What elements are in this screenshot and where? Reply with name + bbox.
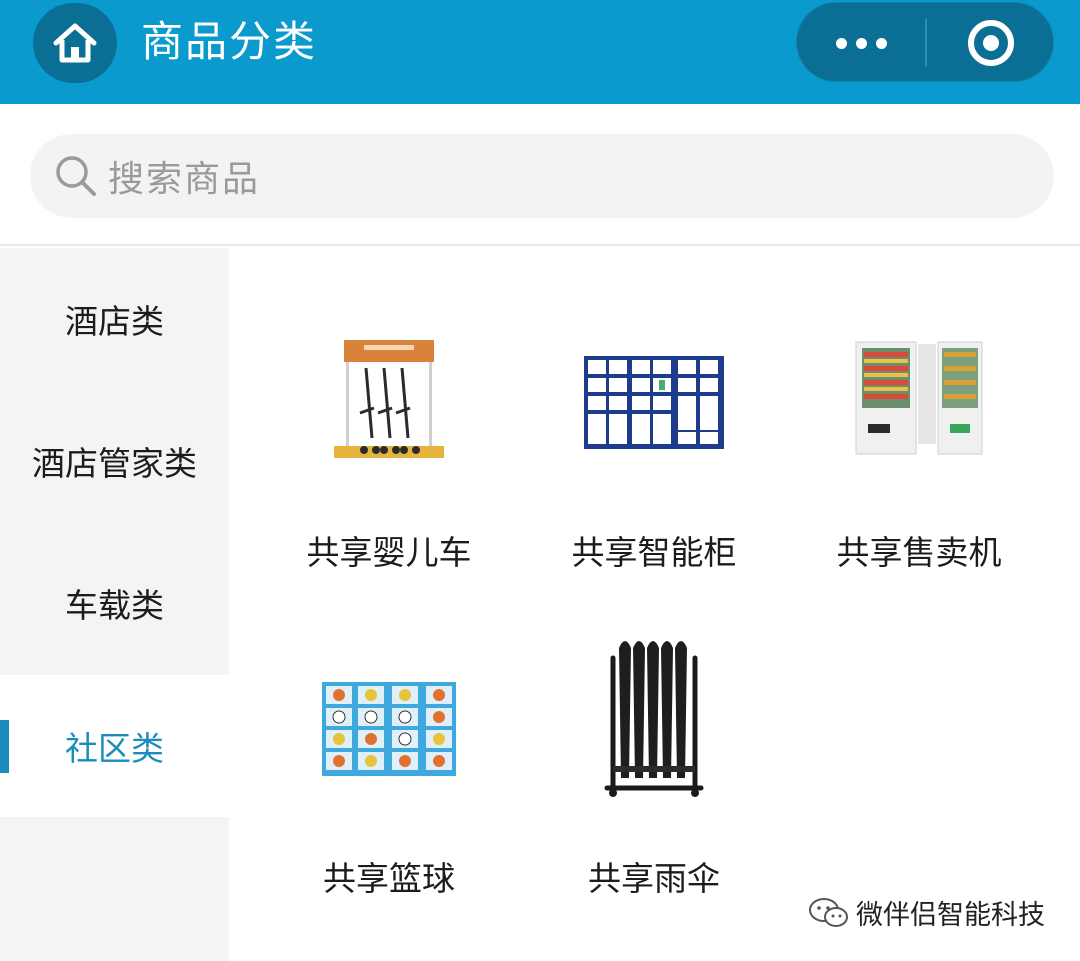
category-sidebar: 酒店类 酒店管家类 车载类 社区类 (0, 248, 229, 961)
sidebar-item-hotel[interactable]: 酒店类 (0, 248, 229, 390)
top-bar: 商品分类 (0, 0, 1080, 104)
vending-machine-image (855, 341, 983, 455)
product-label: 共享售卖机 (836, 533, 1002, 572)
search-placeholder: 搜索商品 (108, 159, 261, 200)
more-dots-icon (875, 37, 887, 49)
product-label: 共享智能柜 (571, 533, 737, 572)
sidebar-item-label: 酒店管家类 (32, 444, 197, 483)
more-dots-icon (855, 37, 867, 49)
mini-program-capsule (796, 2, 1054, 82)
wechat-icon (809, 897, 848, 927)
home-icon (53, 23, 97, 63)
product-card[interactable]: 共享雨伞 (534, 628, 774, 898)
product-card[interactable]: 共享篮球 (269, 668, 509, 898)
home-button[interactable] (33, 3, 117, 83)
sidebar-item-vehicle[interactable]: 车载类 (0, 532, 229, 674)
smart-locker-image (584, 356, 724, 449)
product-grid: 共享婴儿车 共享智能柜 共享售卖机 共享篮球 共享雨伞 (229, 248, 1080, 961)
sidebar-item-label: 酒店类 (65, 302, 164, 341)
stroller-rack-image (334, 340, 444, 458)
product-card[interactable]: 共享智能柜 (534, 338, 774, 572)
umbrella-rack-image (604, 641, 704, 797)
product-label: 共享婴儿车 (306, 533, 472, 572)
sidebar-item-label: 社区类 (65, 729, 164, 768)
watermark-text: 微伴侣智能科技 (856, 900, 1045, 931)
search-section: 搜索商品 (0, 104, 1080, 246)
basketball-locker-image (322, 682, 456, 776)
target-circle-icon (968, 20, 1014, 66)
more-dots-icon (835, 37, 847, 49)
page-title: 商品分类 (141, 17, 318, 66)
product-label: 共享雨伞 (588, 859, 720, 898)
sidebar-item-label: 车载类 (65, 586, 164, 625)
search-icon (56, 156, 96, 196)
product-label: 共享篮球 (323, 859, 455, 898)
product-card[interactable]: 共享售卖机 (799, 338, 1039, 572)
search-input[interactable]: 搜索商品 (30, 134, 1054, 218)
watermark: 微伴侣智能科技 (808, 893, 1045, 932)
close-button[interactable] (927, 3, 1055, 83)
sidebar-item-community[interactable]: 社区类 (0, 675, 229, 817)
sidebar-item-hotel-butler[interactable]: 酒店管家类 (0, 390, 229, 532)
product-card[interactable]: 共享婴儿车 (269, 338, 509, 572)
more-button[interactable] (797, 3, 925, 83)
